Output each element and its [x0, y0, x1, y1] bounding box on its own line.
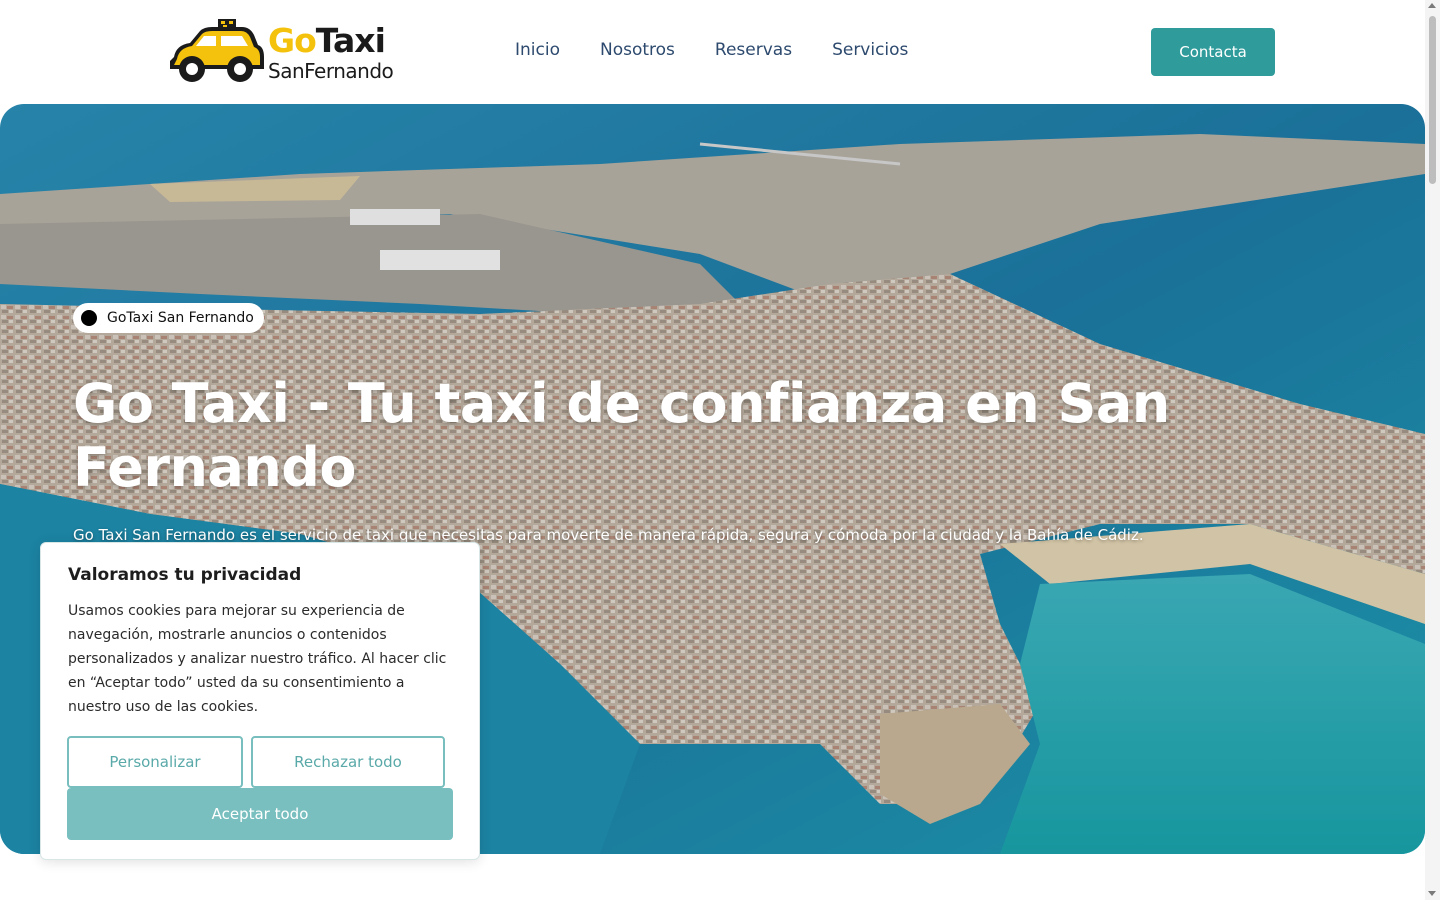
logo-go-text: Go [268, 21, 317, 60]
cookie-body: Usamos cookies para mejorar su experienc… [68, 603, 447, 715]
logo-taxi-text: Taxi [315, 21, 386, 60]
page-scrollbar[interactable] [1425, 0, 1440, 900]
cookie-title: Valoramos tu privacidad [68, 565, 302, 585]
hero-title: Go Taxi - Tu taxi de confianza en San Fe… [73, 372, 1170, 499]
nav-item-inicio[interactable]: Inicio [515, 40, 560, 60]
reject-all-button[interactable]: Rechazar todo [251, 736, 445, 788]
accept-all-button[interactable]: Aceptar todo [67, 788, 453, 840]
site-logo[interactable]: GoTaxi SanFernando [166, 17, 406, 87]
taxi-car-icon [170, 19, 264, 82]
site-header: GoTaxi SanFernando Inicio Nosotros Reser… [0, 0, 1425, 104]
dot-icon [81, 310, 97, 326]
nav-item-servicios[interactable]: Servicios [832, 40, 908, 60]
cookie-consent-banner: Valoramos tu privacidad Usamos cookies p… [40, 542, 480, 860]
logo-wordmark: GoTaxi [268, 21, 386, 60]
hero-badge-text: GoTaxi San Fernando [107, 310, 254, 326]
hero-badge: GoTaxi San Fernando [73, 303, 264, 333]
logo-subtitle: SanFernando [268, 59, 394, 83]
scroll-up-arrow-icon[interactable] [1428, 3, 1436, 8]
nav-item-reservas[interactable]: Reservas [715, 40, 792, 60]
scroll-down-arrow-icon[interactable] [1428, 891, 1436, 896]
main-nav: Inicio Nosotros Reservas Servicios [515, 40, 908, 60]
nav-item-nosotros[interactable]: Nosotros [600, 40, 675, 60]
customize-button[interactable]: Personalizar [67, 736, 243, 788]
contact-button[interactable]: Contacta [1151, 28, 1275, 76]
scrollbar-thumb[interactable] [1429, 16, 1436, 184]
